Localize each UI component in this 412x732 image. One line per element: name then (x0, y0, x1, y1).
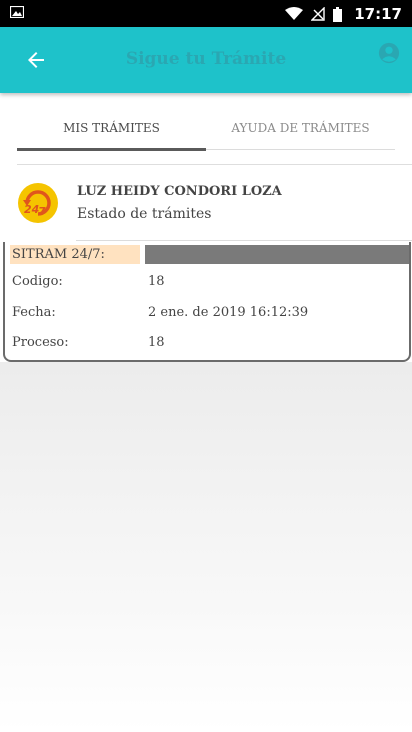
tab-ayuda-tramites[interactable]: AYUDA DE TRÁMITES (206, 113, 395, 151)
user-name: LUZ HEIDY CONDORI LOZA (77, 184, 282, 199)
divider (17, 164, 412, 165)
no-signal-icon (311, 7, 325, 21)
tramite-card[interactable]: SITRAM 24/7: Codigo: 18 Fecha: 2 ene. de… (3, 242, 411, 362)
codigo-label: Codigo: (12, 274, 63, 289)
wifi-icon (285, 7, 304, 20)
section-subtitle: Estado de trámites (77, 206, 212, 222)
sitram-24-7-logo: 24 7 (18, 183, 58, 223)
fecha-value: 2 ene. de 2019 16:12:39 (148, 305, 309, 320)
proceso-value: 18 (148, 335, 165, 350)
image-icon (10, 6, 24, 18)
svg-text:7: 7 (38, 205, 46, 218)
status-bar: 17:17 (0, 0, 412, 27)
tab-mis-tramites[interactable]: MIS TRÁMITES (17, 113, 206, 151)
codigo-value: 18 (148, 274, 165, 289)
battery-icon (333, 6, 343, 22)
sitram-label: SITRAM 24/7: (10, 245, 140, 264)
page-title: Sigue tu Trámite (125, 49, 287, 69)
fecha-label: Fecha: (12, 305, 56, 320)
account-circle-icon[interactable] (378, 42, 400, 64)
app-bar: Sigue tu Trámite (0, 27, 412, 93)
header-divider (76, 240, 412, 241)
proceso-label: Proceso: (12, 335, 69, 350)
highlight-bar (145, 245, 409, 264)
content-background (0, 362, 412, 732)
user-header: 24 7 LUZ HEIDY CONDORI LOZA Estado de tr… (17, 180, 397, 230)
clock-time: 17:17 (354, 5, 402, 23)
tab-indicator (17, 148, 206, 151)
tab-bar: MIS TRÁMITES AYUDA DE TRÁMITES (17, 113, 395, 151)
tab-underline (206, 149, 395, 150)
